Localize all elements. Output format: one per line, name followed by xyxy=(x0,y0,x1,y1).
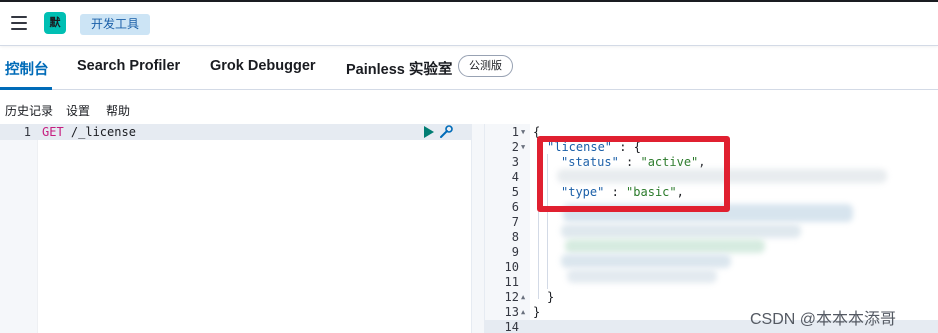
redacted-content xyxy=(561,224,801,238)
response-line-12: 12 ▲ } xyxy=(485,290,938,305)
active-tab-indicator xyxy=(0,87,52,90)
watermark: CSDN @本本本添哥 xyxy=(750,311,897,328)
fold-arrow-icon[interactable]: ▲ xyxy=(521,305,529,320)
request-method: GET xyxy=(42,125,64,139)
settings-link[interactable]: 设置 xyxy=(66,102,90,119)
request-line[interactable]: GET /_license xyxy=(42,125,136,139)
line-number: 7 xyxy=(511,215,519,229)
tab-grok-debugger[interactable]: Grok Debugger xyxy=(210,58,316,74)
code-text: } xyxy=(547,290,555,304)
line-number: 6 xyxy=(511,200,519,214)
redacted-content xyxy=(565,239,765,253)
history-link[interactable]: 历史记录 xyxy=(5,102,53,119)
code-text: } xyxy=(533,305,541,319)
line-number: 5 xyxy=(511,185,519,199)
line-number: 8 xyxy=(511,230,519,244)
request-editor[interactable]: 1 GET /_license xyxy=(0,124,471,333)
highlight-annotation-box xyxy=(537,136,730,212)
wrench-icon[interactable] xyxy=(438,125,454,139)
request-line-number: 1 xyxy=(23,125,31,139)
line-number: 11 xyxy=(504,275,519,289)
request-gutter xyxy=(0,124,38,333)
fold-arrow-icon[interactable]: ▼ xyxy=(521,140,529,155)
line-number: 1 xyxy=(511,125,519,139)
help-link[interactable]: 帮助 xyxy=(106,102,130,119)
hamburger-menu-icon[interactable] xyxy=(11,16,27,30)
line-number: 13 xyxy=(504,305,519,319)
beta-badge: 公测版 xyxy=(458,55,513,77)
space-avatar[interactable]: 默 xyxy=(44,12,66,34)
fold-arrow-icon[interactable]: ▲ xyxy=(521,290,529,305)
editor-resize-handle[interactable] xyxy=(471,124,485,333)
line-number: 14 xyxy=(504,320,519,333)
line-number: 2 xyxy=(511,140,519,154)
play-icon[interactable] xyxy=(424,126,434,138)
breadcrumb-dev-tools[interactable]: 开发工具 xyxy=(80,14,151,35)
line-number: 4 xyxy=(511,170,519,184)
app-header: 默 开发工具 xyxy=(0,0,938,46)
request-path: /_license xyxy=(63,125,136,139)
tab-search-profiler[interactable]: Search Profiler xyxy=(77,58,180,74)
line-number: 3 xyxy=(511,155,519,169)
line-number: 10 xyxy=(504,260,519,274)
fold-arrow-icon[interactable]: ▼ xyxy=(521,125,529,140)
tab-console[interactable]: 控制台 xyxy=(5,58,49,79)
redacted-content xyxy=(567,269,717,283)
line-number: 9 xyxy=(511,245,519,259)
line-number: 12 xyxy=(504,290,519,304)
tab-painless-lab[interactable]: Painless 实验室 xyxy=(346,58,452,79)
redacted-content xyxy=(561,254,731,268)
